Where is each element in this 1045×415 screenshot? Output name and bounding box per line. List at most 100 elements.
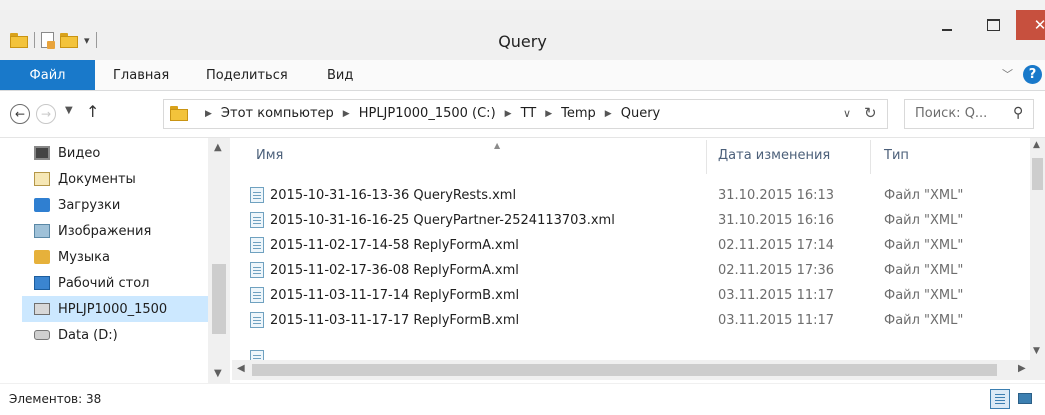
nav-item-label: Data (D:) xyxy=(58,327,118,343)
breadcrumb-this-pc[interactable]: Этот компьютер xyxy=(221,106,334,121)
file-name: 2015-10-31-16-16-25 QueryPartner-2524113… xyxy=(270,212,615,228)
search-input[interactable]: Поиск: Q... ⚲ xyxy=(904,99,1034,129)
file-date: 03.11.2015 11:17 xyxy=(718,287,835,303)
nav-item-desktop[interactable]: Рабочий стол xyxy=(34,270,149,296)
documents-icon xyxy=(34,172,50,186)
breadcrumb-separator-icon[interactable]: ▶ xyxy=(205,109,212,119)
breadcrumb-tt[interactable]: TT xyxy=(521,106,537,121)
music-icon xyxy=(34,250,50,264)
window-title: Query xyxy=(498,32,547,51)
tab-file[interactable]: Файл xyxy=(0,60,95,90)
xml-file-icon xyxy=(250,350,264,360)
file-row[interactable]: 2015-11-02-17-14-58 ReplyFormA.xml 02.11… xyxy=(250,233,1010,257)
tab-home[interactable]: Главная xyxy=(113,68,169,83)
help-icon[interactable]: ? xyxy=(1023,65,1042,84)
scroll-up-icon[interactable]: ▲ xyxy=(1033,140,1040,150)
navigation-pane: Видео Документы Загрузки Изображения Муз… xyxy=(0,138,232,383)
breadcrumb-temp[interactable]: Temp xyxy=(561,106,596,121)
details-view-icon[interactable] xyxy=(990,389,1010,409)
file-list-vertical-scrollbar[interactable]: ▲ ▼ xyxy=(1030,138,1045,360)
column-divider[interactable] xyxy=(706,140,707,174)
column-divider[interactable] xyxy=(870,140,871,174)
xml-file-icon xyxy=(250,287,264,303)
address-toolbar: ← → ▼ ↑ ▶ Этот компьютер ▶ HPLJP1000_150… xyxy=(0,91,1045,138)
video-icon xyxy=(34,146,50,160)
nav-item-documents[interactable]: Документы xyxy=(34,166,136,192)
address-bar[interactable]: ▶ Этот компьютер ▶ HPLJP1000_1500 (C:) ▶… xyxy=(163,99,888,129)
file-row[interactable]: 2015-11-03-11-17-17 ReplyFormB.xml 03.11… xyxy=(250,308,1010,332)
file-name: 2015-11-02-17-14-58 ReplyFormA.xml xyxy=(270,237,519,253)
scroll-right-icon[interactable]: ▶ xyxy=(1018,363,1026,374)
close-button[interactable]: ✕ xyxy=(1016,10,1045,40)
scroll-left-icon[interactable]: ◀ xyxy=(237,363,245,374)
sort-ascending-icon: ▲ xyxy=(494,141,501,150)
nav-item-video[interactable]: Видео xyxy=(34,140,100,166)
title-bar: ▾ Query xyxy=(0,10,1045,60)
search-icon[interactable]: ⚲ xyxy=(1013,105,1023,121)
file-row-partial[interactable] xyxy=(250,346,270,360)
nav-item-downloads[interactable]: Загрузки xyxy=(34,192,120,218)
refresh-icon[interactable]: ↻ xyxy=(864,104,877,122)
breadcrumb-separator-icon[interactable]: ▶ xyxy=(343,109,350,119)
file-name: 2015-11-03-11-17-14 ReplyFormB.xml xyxy=(270,287,520,303)
recent-locations-icon[interactable]: ▼ xyxy=(65,105,73,116)
breadcrumb-drive-c[interactable]: HPLJP1000_1500 (C:) xyxy=(359,106,496,121)
scroll-thumb[interactable] xyxy=(212,264,226,334)
nav-item-music[interactable]: Музыка xyxy=(34,244,110,270)
column-header-date[interactable]: Дата изменения xyxy=(718,148,830,163)
data-drive-icon xyxy=(34,330,50,340)
file-date: 03.11.2015 11:17 xyxy=(718,312,835,328)
file-row[interactable]: 2015-10-31-16-13-36 QueryRests.xml 31.10… xyxy=(250,183,1010,207)
status-bar: Элементов: 38 xyxy=(0,383,1045,415)
column-header-name[interactable]: Имя xyxy=(256,148,283,163)
forward-button[interactable]: → xyxy=(36,104,56,124)
nav-item-drive-c[interactable]: HPLJP1000_1500 xyxy=(22,296,208,322)
breadcrumb-separator-icon[interactable]: ▶ xyxy=(545,109,552,119)
nav-item-drive-d[interactable]: Data (D:) xyxy=(34,322,118,348)
back-button[interactable]: ← xyxy=(10,104,30,124)
xml-file-icon xyxy=(250,262,264,278)
scroll-thumb[interactable] xyxy=(252,364,997,376)
breadcrumb: ▶ Этот компьютер ▶ HPLJP1000_1500 (C:) ▶… xyxy=(170,106,660,121)
breadcrumb-separator-icon[interactable]: ▶ xyxy=(605,109,612,119)
maximize-button[interactable] xyxy=(970,10,1016,40)
downloads-icon xyxy=(34,198,50,212)
file-row[interactable]: 2015-10-31-16-16-25 QueryPartner-2524113… xyxy=(250,208,1010,232)
file-type: Файл "XML" xyxy=(884,187,964,203)
scroll-thumb[interactable] xyxy=(1032,158,1043,190)
nav-pane-scrollbar[interactable]: ▲ ▼ xyxy=(208,138,230,383)
nav-item-label: Документы xyxy=(58,171,136,187)
tab-view[interactable]: Вид xyxy=(327,68,353,83)
xml-file-icon xyxy=(250,212,264,228)
scroll-up-icon[interactable]: ▲ xyxy=(214,142,222,153)
maximize-icon xyxy=(986,19,1000,31)
file-row[interactable]: 2015-11-02-17-36-08 ReplyFormA.xml 02.11… xyxy=(250,258,1010,282)
nav-item-label: Загрузки xyxy=(58,197,121,213)
nav-item-label: HPLJP1000_1500 xyxy=(58,301,168,317)
xml-file-icon xyxy=(250,312,264,328)
nav-item-label: Изображения xyxy=(58,223,152,239)
tab-share[interactable]: Поделиться xyxy=(206,68,288,83)
minimize-icon xyxy=(942,29,952,31)
minimize-button[interactable] xyxy=(924,10,970,40)
file-row[interactable]: 2015-11-03-11-17-14 ReplyFormB.xml 03.11… xyxy=(250,283,1010,307)
large-icons-view-icon[interactable] xyxy=(1015,389,1035,409)
breadcrumb-separator-icon[interactable]: ▶ xyxy=(505,109,512,119)
file-date: 02.11.2015 17:36 xyxy=(718,262,835,278)
up-button[interactable]: ↑ xyxy=(86,102,99,121)
scroll-down-icon[interactable]: ▼ xyxy=(1033,346,1040,356)
scroll-down-icon[interactable]: ▼ xyxy=(214,368,222,379)
item-count: Элементов: 38 xyxy=(9,392,102,406)
drive-icon xyxy=(34,303,50,315)
file-date: 31.10.2015 16:13 xyxy=(718,187,835,203)
breadcrumb-query[interactable]: Query xyxy=(621,106,661,121)
xml-file-icon xyxy=(250,237,264,253)
nav-item-pictures[interactable]: Изображения xyxy=(34,218,151,244)
address-history-dropdown-icon[interactable]: ∨ xyxy=(843,107,851,120)
explorer-window: ▾ Query ✕ Файл Главная Поделиться Вид ﹀ … xyxy=(0,0,1045,415)
expand-ribbon-icon[interactable]: ﹀ xyxy=(1002,66,1013,82)
file-list-horizontal-scrollbar[interactable]: ◀ ▶ xyxy=(232,360,1045,380)
file-type: Файл "XML" xyxy=(884,212,964,228)
nav-item-label: Музыка xyxy=(58,249,110,265)
column-header-type[interactable]: Тип xyxy=(884,148,909,163)
